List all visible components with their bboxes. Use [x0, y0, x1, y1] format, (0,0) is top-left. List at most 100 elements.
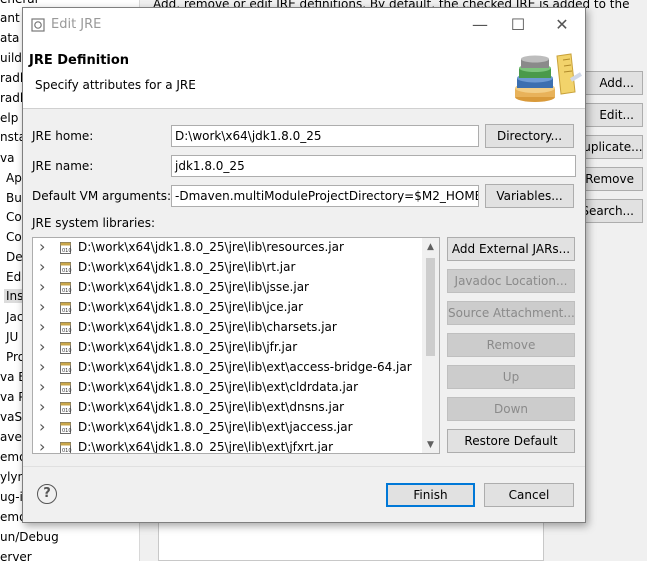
- library-path: D:\work\x64\jdk1.8.0_25\jre\lib\ext\dnsn…: [78, 400, 345, 414]
- source-attachment-button[interactable]: Source Attachment...: [447, 301, 575, 325]
- libraries-scrollbar[interactable]: ▲ ▼: [422, 238, 439, 453]
- restore-default-button[interactable]: Restore Default: [447, 429, 575, 453]
- tree-item[interactable]: JU: [6, 330, 18, 344]
- directory-button[interactable]: Directory...: [485, 124, 574, 148]
- jar-icon: 010: [60, 382, 72, 394]
- svg-text:010: 010: [62, 328, 72, 334]
- library-row[interactable]: › 010 D:\work\x64\jdk1.8.0_25\jre\lib\ext\…: [33, 437, 423, 454]
- installed-jres-table[interactable]: [158, 520, 544, 561]
- vm-args-input[interactable]: -Dmaven.multiModuleProjectDirectory=$M2_…: [171, 185, 479, 207]
- chevron-right-icon[interactable]: ›: [39, 238, 49, 256]
- add-external-jars-button[interactable]: Add External JARs...: [447, 237, 575, 261]
- library-row[interactable]: › 010 D:\work\x64\jdk1.8.0_25\jre\lib\reso…: [33, 238, 423, 258]
- svg-text:010: 010: [62, 448, 72, 454]
- jar-icon: 010: [60, 242, 72, 254]
- maximize-icon[interactable]: ☐: [505, 14, 531, 36]
- library-row[interactable]: › 010 D:\work\x64\jdk1.8.0_25\jre\lib\char…: [33, 317, 423, 338]
- cancel-button[interactable]: Cancel: [484, 483, 574, 507]
- svg-text:010: 010: [62, 348, 72, 354]
- tree-item[interactable]: ug-i: [0, 490, 23, 504]
- library-row[interactable]: › 010 D:\work\x64\jdk1.8.0_25\jre\lib\ext\…: [33, 397, 423, 418]
- jar-icon: 010: [60, 442, 72, 454]
- header-title: JRE Definition: [29, 53, 130, 68]
- finish-button[interactable]: Finish: [386, 483, 475, 507]
- chevron-right-icon[interactable]: ›: [39, 417, 49, 436]
- jar-icon: 010: [60, 282, 72, 294]
- svg-text:010: 010: [62, 248, 72, 254]
- library-row[interactable]: › 010 D:\work\x64\jdk1.8.0_25\jre\lib\ext\…: [33, 377, 423, 398]
- close-icon[interactable]: ✕: [549, 14, 575, 36]
- scrollbar-thumb[interactable]: [426, 258, 435, 356]
- svg-text:010: 010: [62, 368, 72, 374]
- javadoc-location-button[interactable]: Javadoc Location...: [447, 269, 575, 293]
- tree-item[interactable]: Ap: [6, 171, 22, 185]
- jre-name-input[interactable]: jdk1.8.0_25: [171, 155, 576, 177]
- library-row[interactable]: › 010 D:\work\x64\jdk1.8.0_25\jre\lib\ext\…: [33, 417, 423, 438]
- dialog-title: Edit JRE: [51, 17, 102, 32]
- library-path: D:\work\x64\jdk1.8.0_25\jre\lib\resource…: [78, 240, 344, 254]
- library-row[interactable]: › 010 D:\work\x64\jdk1.8.0_25\jre\lib\jfr.…: [33, 337, 423, 358]
- tree-item[interactable]: Co: [6, 230, 22, 244]
- chevron-right-icon[interactable]: ›: [39, 437, 49, 453]
- title-bar: Edit JRE — ☐ ✕: [23, 8, 585, 42]
- svg-text:010: 010: [62, 288, 72, 294]
- tree-item[interactable]: Jac: [6, 310, 24, 324]
- scroll-down-icon[interactable]: ▼: [422, 437, 439, 453]
- system-libraries-label: JRE system libraries:: [32, 216, 155, 230]
- help-icon[interactable]: ?: [37, 484, 57, 504]
- library-row[interactable]: › 010 D:\work\x64\jdk1.8.0_25\jre\lib\ext\…: [33, 357, 423, 378]
- svg-text:010: 010: [62, 308, 72, 314]
- chevron-right-icon[interactable]: ›: [39, 277, 49, 296]
- library-path: D:\work\x64\jdk1.8.0_25\jre\lib\jsse.jar: [78, 280, 309, 294]
- library-path: D:\work\x64\jdk1.8.0_25\jre\lib\ext\cldr…: [78, 380, 359, 394]
- scroll-up-icon[interactable]: ▲: [422, 239, 439, 255]
- svg-text:010: 010: [62, 268, 72, 274]
- tree-item[interactable]: erver: [0, 550, 32, 564]
- minimize-icon[interactable]: —: [467, 14, 493, 36]
- tree-item[interactable]: elp: [0, 111, 18, 125]
- chevron-right-icon[interactable]: ›: [39, 317, 49, 336]
- jre-home-label: JRE home:: [32, 129, 94, 143]
- up-button[interactable]: Up: [447, 365, 575, 389]
- library-books-icon: [515, 53, 583, 102]
- tree-item[interactable]: ant: [0, 11, 20, 25]
- library-path: D:\work\x64\jdk1.8.0_25\jre\lib\charsets…: [78, 320, 337, 334]
- chevron-right-icon[interactable]: ›: [39, 357, 49, 376]
- tree-item[interactable]: Co: [6, 210, 22, 224]
- svg-text:010: 010: [62, 408, 72, 414]
- jar-icon: 010: [60, 302, 72, 314]
- library-path: D:\work\x64\jdk1.8.0_25\jre\lib\jfr.jar: [78, 340, 298, 354]
- chevron-right-icon[interactable]: ›: [39, 297, 49, 316]
- jar-icon: 010: [60, 422, 72, 434]
- library-row[interactable]: › 010 D:\work\x64\jdk1.8.0_25\jre\lib\jsse…: [33, 277, 423, 298]
- svg-text:010: 010: [62, 428, 72, 434]
- remove-button[interactable]: Remove: [447, 333, 575, 357]
- jar-icon: 010: [60, 402, 72, 414]
- library-path: D:\work\x64\jdk1.8.0_25\jre\lib\ext\acce…: [78, 360, 412, 374]
- jre-home-input[interactable]: D:\work\x64\jdk1.8.0_25: [171, 125, 479, 147]
- tree-item[interactable]: Ed: [6, 270, 21, 284]
- chevron-right-icon[interactable]: ›: [39, 337, 49, 356]
- down-button[interactable]: Down: [447, 397, 575, 421]
- footer-separator: [23, 466, 585, 467]
- variables-button[interactable]: Variables...: [485, 184, 574, 208]
- jar-icon: 010: [60, 342, 72, 354]
- jar-icon: 010: [60, 262, 72, 274]
- tree-item[interactable]: Bu: [6, 191, 22, 205]
- library-row[interactable]: › 010 D:\work\x64\jdk1.8.0_25\jre\lib\rt.j…: [33, 257, 423, 278]
- tree-item[interactable]: eneral: [0, 0, 38, 6]
- chevron-right-icon[interactable]: ›: [39, 377, 49, 396]
- tree-item[interactable]: De: [6, 250, 23, 264]
- chevron-right-icon[interactable]: ›: [39, 397, 49, 416]
- library-row[interactable]: › 010 D:\work\x64\jdk1.8.0_25\jre\lib\jce.…: [33, 297, 423, 318]
- library-path: D:\work\x64\jdk1.8.0_25\jre\lib\rt.jar: [78, 260, 296, 274]
- library-path: D:\work\x64\jdk1.8.0_25\jre\lib\ext\jacc…: [78, 420, 353, 434]
- tree-item[interactable]: un/Debug: [0, 530, 59, 544]
- system-libraries-list[interactable]: › 010 D:\work\x64\jdk1.8.0_25\jre\lib\reso…: [32, 237, 440, 454]
- tree-item[interactable]: va: [0, 151, 14, 165]
- edit-jre-dialog: Edit JRE — ☐ ✕ JRE Definition Specify at…: [22, 7, 586, 523]
- header-subtitle: Specify attributes for a JRE: [35, 78, 196, 92]
- dialog-header: JRE Definition Specify attributes for a …: [23, 42, 585, 109]
- chevron-right-icon[interactable]: ›: [39, 257, 49, 276]
- library-path: D:\work\x64\jdk1.8.0_25\jre\lib\jce.jar: [78, 300, 304, 314]
